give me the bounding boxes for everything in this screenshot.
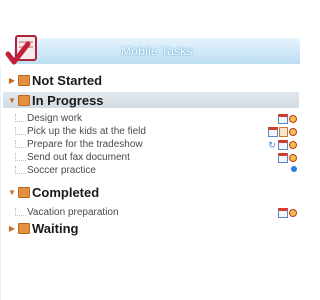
- app-title: Mobile Tasks: [121, 44, 193, 58]
- alarm-icon: [289, 154, 297, 162]
- tree-branch: [15, 153, 26, 161]
- task-item[interactable]: Design work: [15, 113, 299, 126]
- task-item[interactable]: Pick up the kids at the field: [15, 126, 299, 139]
- tree-branch: [15, 114, 26, 122]
- tree-branch: [15, 140, 26, 148]
- group-not-started[interactable]: ▶ Not Started: [7, 72, 102, 88]
- note-icon: [279, 127, 288, 137]
- reminder-dot-icon: [291, 166, 297, 172]
- task-title: Design work: [27, 113, 83, 124]
- task-title: Vacation preparation: [27, 207, 119, 218]
- task-title: Prepare for the tradeshow: [27, 139, 143, 150]
- group-completed[interactable]: ▼ Completed: [7, 184, 99, 200]
- recurring-icon: ↻: [268, 140, 276, 150]
- calendar-icon: [278, 208, 288, 218]
- group-label: Waiting: [32, 220, 79, 236]
- task-item[interactable]: Send out fax document: [15, 152, 299, 165]
- calendar-icon: [278, 114, 288, 124]
- task-item[interactable]: Vacation preparation: [15, 207, 299, 220]
- folder-icon: [18, 74, 30, 86]
- calendar-icon: [278, 140, 288, 150]
- app-window: Mobile Tasks ▶ Not Started ▼ In Progress…: [0, 0, 301, 300]
- alarm-icon: [289, 141, 297, 149]
- collapse-arrow-icon[interactable]: ▼: [7, 188, 17, 197]
- alarm-icon: [289, 128, 297, 136]
- title-bar: Mobile Tasks: [14, 38, 300, 64]
- folder-icon: [18, 94, 30, 106]
- task-tree: ▶ Not Started ▼ In Progress Design work …: [0, 66, 301, 300]
- collapse-arrow-icon[interactable]: ▼: [7, 96, 17, 105]
- task-title: Pick up the kids at the field: [27, 126, 146, 137]
- tree-branch: [15, 127, 26, 135]
- task-title: Soccer practice: [27, 165, 96, 176]
- group-in-progress[interactable]: ▼ In Progress: [3, 92, 299, 108]
- group-label: Not Started: [32, 72, 103, 88]
- calendar-icon: [268, 127, 278, 137]
- task-title: Send out fax document: [27, 152, 130, 163]
- expand-arrow-icon[interactable]: ▶: [7, 224, 17, 233]
- group-label: Completed: [32, 184, 100, 200]
- alarm-icon: [289, 209, 297, 217]
- task-item[interactable]: Soccer practice: [15, 165, 299, 178]
- folder-icon: [18, 186, 30, 198]
- group-label: In Progress: [32, 92, 104, 108]
- tree-branch: [15, 208, 26, 216]
- alarm-icon: [289, 115, 297, 123]
- task-item[interactable]: Prepare for the tradeshow ↻: [15, 139, 299, 152]
- expand-arrow-icon[interactable]: ▶: [7, 76, 17, 85]
- group-waiting[interactable]: ▶ Waiting: [7, 220, 79, 236]
- calendar-icon: [278, 153, 288, 163]
- folder-icon: [18, 222, 30, 234]
- tree-branch: [15, 166, 26, 174]
